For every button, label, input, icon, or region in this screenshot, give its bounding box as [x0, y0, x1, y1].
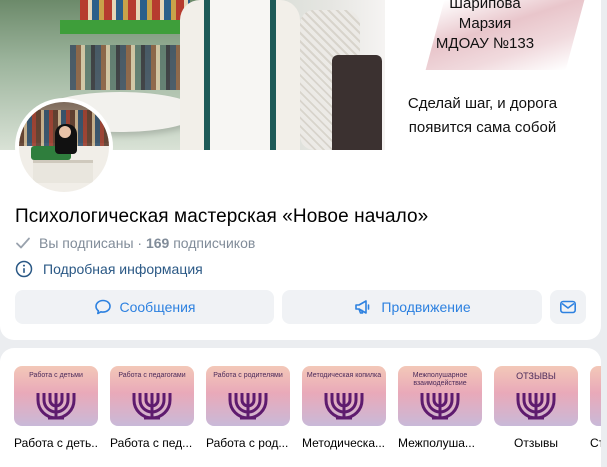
albums-section: Работа с детьми Работа с деть... Работа … [0, 348, 601, 467]
album-thumbnail [590, 366, 601, 426]
album-label: Отзывы [514, 436, 558, 450]
album-label: Ст [590, 436, 601, 450]
album-thumbnail: Работа с педагогами [110, 366, 194, 426]
album-thumbnail: Работа с родителями [206, 366, 290, 426]
avatar-table [33, 160, 93, 183]
group-avatar[interactable] [15, 98, 113, 196]
cover-motto-2: появится сама собой [408, 119, 557, 136]
menorah-icon [516, 393, 556, 420]
album-label: Межполуша... [398, 436, 475, 450]
album-thumbnail: Межполушарное взаимодействие [398, 366, 482, 426]
album-item[interactable]: Ст [590, 366, 601, 450]
cover-line-2: Марзия [458, 15, 512, 32]
promotion-label: Продвижение [381, 299, 471, 315]
avatar-photo [19, 102, 109, 192]
group-header-card: Шарипова Марзия МДОАУ №133 Сделай шаг, и… [0, 0, 601, 340]
info-icon [15, 260, 33, 278]
menorah-icon [324, 393, 364, 420]
album-thumb-title: Работа с родителями [213, 372, 283, 379]
cover-person-shirt [210, 0, 270, 150]
cover-motto-1: Сделай шаг, и дорога [407, 95, 558, 112]
menorah-icon [228, 393, 268, 420]
album-item[interactable]: Межполушарное взаимодействие Межполуша..… [398, 366, 482, 450]
album-thumb-title: ОТЗЫВЫ [516, 371, 556, 381]
cover-books [70, 45, 190, 90]
promotion-button[interactable]: Продвижение [282, 290, 542, 324]
subscribers-word: подписчиков [173, 235, 256, 251]
menorah-icon [132, 393, 172, 420]
envelope-icon [559, 299, 577, 315]
album-item[interactable]: Работа с родителями Работа с род... [206, 366, 290, 450]
album-item[interactable]: Методическая копилка Методическа... [302, 366, 386, 450]
menorah-icon [420, 393, 460, 420]
megaphone-icon [353, 298, 373, 316]
cover-plant-pot [332, 55, 382, 150]
subscribers-count: 169 [145, 235, 170, 251]
album-label: Работа с род... [206, 436, 289, 450]
cover-books-top [80, 0, 190, 20]
more-info-link[interactable]: Подробная информация [15, 260, 203, 278]
album-thumbnail: Методическая копилка [302, 366, 386, 426]
album-thumbnail: ОТЗЫВЫ [494, 366, 578, 426]
group-title: Психологическая мастерская «Новое начало… [15, 206, 429, 227]
album-item[interactable]: ОТЗЫВЫ Отзывы [494, 366, 578, 450]
messages-button[interactable]: Сообщения [15, 290, 274, 324]
mail-button[interactable] [550, 290, 586, 324]
album-item[interactable]: Работа с педагогами Работа с пед... [110, 366, 194, 450]
checkmark-icon [15, 236, 31, 250]
menorah-icon [36, 393, 76, 420]
message-bubble-icon [94, 298, 112, 316]
messages-label: Сообщения [119, 299, 196, 315]
cover-line-1: Шарипова [449, 0, 521, 12]
cover-line-3: МДОАУ №133 [435, 35, 535, 52]
cover-author: Шарипова Марзия МДОАУ №133 [400, 0, 570, 54]
album-label: Работа с пед... [110, 436, 193, 450]
album-thumbnail: Работа с детьми [14, 366, 98, 426]
album-thumb-title: Методическая копилка [306, 372, 382, 379]
album-thumb-title: Работа с педагогами [118, 372, 186, 379]
subscribed-text: Вы подписаны [39, 235, 134, 251]
subscribers-separator: · [137, 235, 143, 251]
subscription-status[interactable]: Вы подписаны · 169 подписчиков [15, 235, 255, 251]
avatar-face [59, 126, 71, 138]
cover-motto: Сделай шаг, и дорога появится сама собой [395, 92, 570, 140]
album-item[interactable]: Работа с детьми Работа с деть... [14, 366, 98, 450]
album-label: Методическа... [302, 436, 385, 450]
more-info-text: Подробная информация [43, 261, 203, 277]
album-label: Работа с деть... [14, 436, 98, 450]
album-thumb-title: Работа с детьми [29, 372, 83, 379]
cover-shelf-board [60, 20, 200, 34]
